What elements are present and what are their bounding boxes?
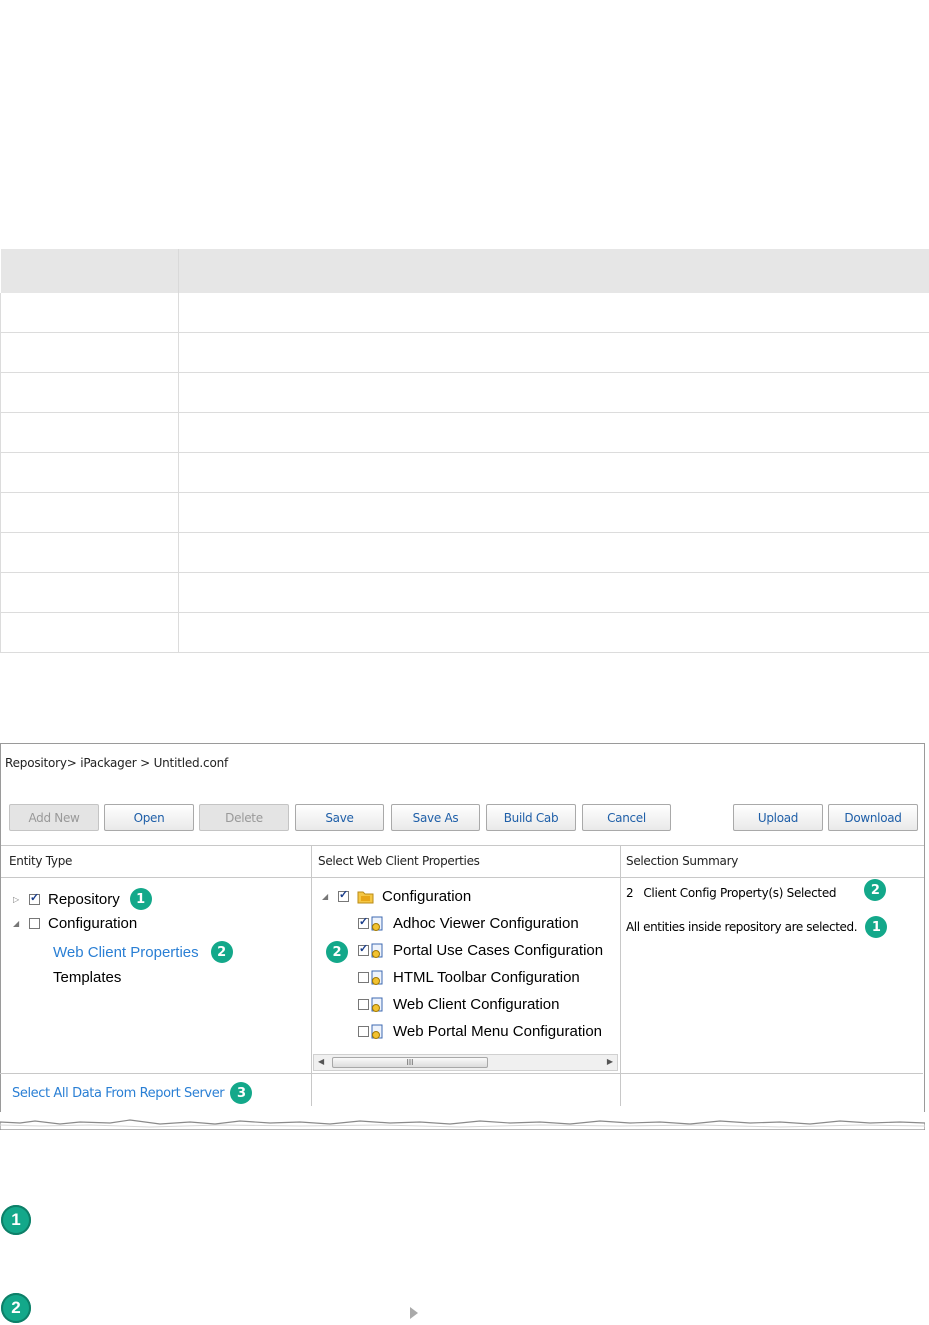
config-file-icon: [371, 997, 385, 1013]
tree-item-label: Repository: [48, 890, 120, 908]
property-label: Portal Use Cases Configuration: [393, 942, 604, 959]
callout-badge-3: 3: [230, 1082, 253, 1104]
summary-all-line: All entities inside repository are selec…: [626, 916, 888, 938]
play-arrow-icon: [410, 1307, 418, 1319]
property-label: Web Client Configuration: [393, 996, 560, 1013]
callout-badge-2: 2: [210, 941, 233, 963]
divider: [620, 845, 621, 1106]
config-file-icon: [371, 1024, 385, 1040]
scroll-left-icon[interactable]: ◀: [318, 1057, 324, 1066]
property-checkbox[interactable]: [358, 999, 369, 1010]
tree-item-label: Configuration: [382, 888, 472, 905]
tree-item-label: Templates: [53, 969, 122, 986]
upload-button[interactable]: Upload: [733, 804, 823, 831]
table-row: [0, 332, 929, 373]
property-item[interactable]: HTML Toolbar Configuration: [358, 969, 580, 986]
repository-checkbox[interactable]: [29, 891, 40, 905]
cancel-button[interactable]: Cancel: [582, 804, 671, 831]
property-checkbox[interactable]: [358, 942, 369, 956]
callout-badge-1: 1: [865, 916, 888, 938]
property-label: HTML Toolbar Configuration: [393, 969, 580, 986]
folder-icon: [357, 890, 374, 904]
scroll-thumb[interactable]: III: [332, 1057, 488, 1068]
tree-item-templates[interactable]: Templates: [53, 969, 121, 986]
collapse-arrow-icon[interactable]: ◢: [13, 919, 25, 928]
tree-item-repository[interactable]: ▷ Repository 1: [13, 888, 152, 910]
properties-tree: ◢ Configuration Adhoc Viewer Configurati…: [312, 880, 619, 1054]
tree-item-web-client-properties[interactable]: Web Client Properties 2: [53, 941, 233, 963]
property-checkbox[interactable]: [358, 915, 369, 929]
open-button[interactable]: Open: [104, 804, 194, 831]
table-row: [0, 412, 929, 453]
tree-item-label: Configuration: [48, 915, 138, 932]
entity-type-header: Entity Type: [9, 854, 73, 868]
download-button[interactable]: Download: [828, 804, 918, 831]
select-all-data-link[interactable]: Select All Data From Report Server: [12, 1086, 225, 1101]
legend-badge-2: 2: [1, 1293, 31, 1323]
select-properties-header: Select Web Client Properties: [318, 854, 480, 868]
property-item[interactable]: Adhoc Viewer Configuration: [358, 915, 579, 932]
torn-edge: [0, 1119, 925, 1130]
delete-button[interactable]: Delete: [199, 804, 289, 831]
build-cab-button[interactable]: Build Cab: [486, 804, 576, 831]
property-item[interactable]: Portal Use Cases Configuration: [358, 942, 603, 959]
table-row: [0, 452, 929, 493]
property-checkbox[interactable]: [358, 1026, 369, 1037]
property-checkbox[interactable]: [358, 972, 369, 983]
summary-count-text: Client Config Property(s) Selected: [643, 886, 837, 900]
horizontal-scrollbar[interactable]: ◀ III ▶: [313, 1054, 618, 1071]
table-row: [0, 532, 929, 573]
table-row: [0, 372, 929, 413]
select-all-line: Select All Data From Report Server 3: [12, 1082, 253, 1104]
property-item[interactable]: Web Client Configuration: [358, 996, 559, 1013]
collapse-arrow-icon[interactable]: ◢: [322, 892, 334, 901]
tree-item-label: Web Client Properties: [53, 943, 199, 961]
summary-count-line: 2 Client Config Property(s) Selected 2: [626, 879, 887, 901]
property-label: Web Portal Menu Configuration: [393, 1023, 603, 1040]
legend-badge-1: 1: [1, 1205, 31, 1235]
summary-all-text: All entities inside repository are selec…: [626, 920, 858, 934]
callout-badge-2: 2: [864, 879, 887, 901]
tree-item-config-root[interactable]: ◢ Configuration: [322, 888, 471, 905]
empty-table: [0, 249, 929, 653]
summary-count: 2: [626, 886, 634, 900]
table-row: [0, 492, 929, 533]
scroll-right-icon[interactable]: ▶: [607, 1057, 613, 1066]
table-row: [0, 293, 929, 333]
callout-badge-2: 2: [326, 941, 348, 963]
config-file-icon: [371, 916, 385, 932]
property-label: Adhoc Viewer Configuration: [393, 915, 579, 932]
expand-arrow-icon[interactable]: ▷: [13, 895, 25, 904]
add-new-button[interactable]: Add New: [9, 804, 99, 831]
config-root-checkbox[interactable]: [338, 888, 349, 902]
table-row: [0, 572, 929, 613]
table-header-row: [0, 249, 929, 293]
tree-item-configuration[interactable]: ◢ Configuration: [13, 915, 137, 932]
pane-header-row: Entity Type Select Web Client Properties…: [1, 845, 924, 878]
config-file-icon: [371, 943, 385, 959]
breadcrumb: Repository> iPackager > Untitled.conf: [5, 756, 229, 770]
save-button[interactable]: Save: [295, 804, 384, 831]
footer-divider: [0, 1073, 923, 1074]
table-row: [0, 612, 929, 653]
configuration-checkbox[interactable]: [29, 918, 40, 929]
config-file-icon: [371, 970, 385, 986]
selection-summary-header: Selection Summary: [626, 854, 739, 868]
callout-badge-1: 1: [129, 888, 152, 910]
property-item[interactable]: Web Portal Menu Configuration: [358, 1023, 602, 1040]
save-as-button[interactable]: Save As: [391, 804, 480, 831]
